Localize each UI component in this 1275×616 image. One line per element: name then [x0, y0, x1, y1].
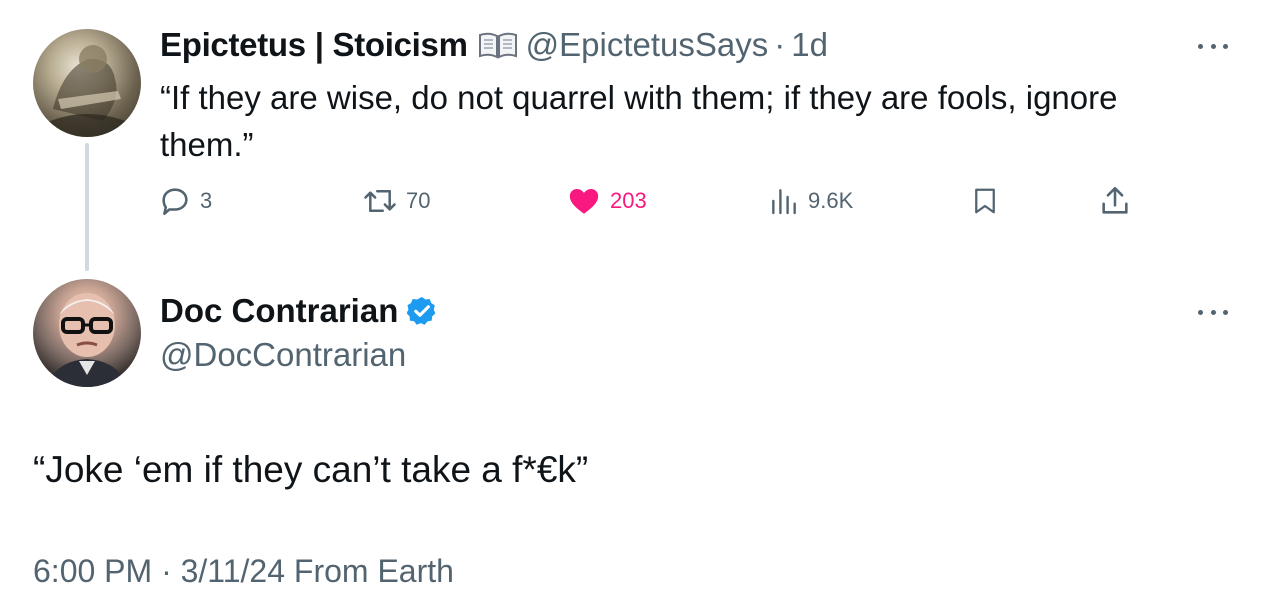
thread-connector-line [85, 143, 89, 271]
main-author-name[interactable]: Doc Contrarian [160, 289, 398, 333]
heart-icon [569, 188, 599, 214]
parent-tweet-time[interactable]: 1d [791, 24, 828, 66]
main-tweet-text: “Joke ‘em if they can’t take a f*€k” [33, 449, 589, 490]
main-tweet-meta[interactable]: 6:00 PM · 3/11/24 From Earth [33, 549, 454, 593]
main-more-icon[interactable] [1198, 307, 1228, 317]
parent-author-handle[interactable]: @EpictetusSays [526, 24, 769, 66]
views-count: 9.6K [808, 188, 854, 213]
avatar-doc-contrarian[interactable] [33, 279, 141, 387]
reply-button[interactable]: 3 [158, 183, 212, 219]
bookmark-icon [975, 188, 995, 214]
main-author-name-row: Doc Contrarian [160, 289, 438, 333]
reply-icon [162, 188, 188, 216]
retweet-icon [364, 190, 396, 212]
views-button[interactable]: 9.6K [768, 183, 853, 219]
parent-tweet-text: “If they are wise, do not quarrel with t… [160, 79, 1118, 163]
parent-author-name[interactable]: Epictetus | Stoicism [160, 24, 468, 66]
share-icon [1102, 186, 1128, 214]
avatar-engraving-art [43, 45, 133, 137]
like-count: 203 [610, 188, 647, 213]
verified-badge-icon[interactable] [406, 295, 438, 327]
reply-count: 3 [200, 188, 213, 213]
views-icon [772, 189, 796, 215]
retweet-count: 70 [406, 188, 431, 213]
avatar-epictetus[interactable] [33, 29, 141, 137]
tweet-thread: Epictetus | Stoicism @EpictetusSays · 1d… [0, 0, 1275, 616]
retweet-button[interactable]: 70 [362, 183, 430, 219]
main-author-handle[interactable]: @DocContrarian [160, 333, 406, 377]
open-book-icon [478, 27, 518, 59]
parent-tweet-header: Epictetus | Stoicism @EpictetusSays · 1d [160, 24, 828, 66]
header-separator: · [774, 26, 786, 63]
parent-tweet-actions: 3 70 203 9.6K [158, 183, 1148, 219]
avatar-portrait-art [47, 293, 127, 387]
bookmark-button[interactable] [970, 183, 1000, 219]
parent-more-icon[interactable] [1198, 41, 1228, 51]
share-button[interactable] [1098, 183, 1132, 219]
like-button[interactable]: 203 [566, 183, 647, 219]
